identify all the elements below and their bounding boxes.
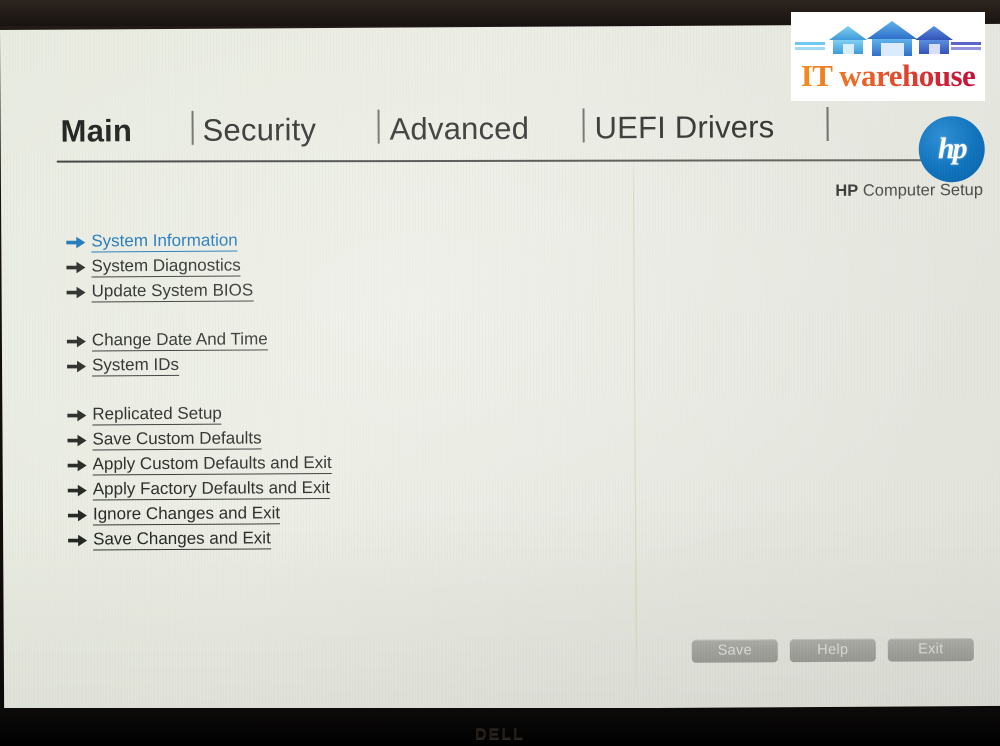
menu-item-label: Save Custom Defaults bbox=[92, 427, 262, 450]
menu-item-save-custom-defaults[interactable]: Save Custom Defaults bbox=[66, 425, 566, 453]
menu-item-apply-custom-defaults-and-exit[interactable]: Apply Custom Defaults and Exit bbox=[67, 450, 567, 478]
bios-setup-utility: Main Security Advanced UEFI Drivers hp H… bbox=[0, 24, 1000, 712]
menu-item-replicated-setup[interactable]: Replicated Setup bbox=[66, 400, 566, 428]
menu-group-defaults-exit: Replicated Setup Save Custom Defaults Ap… bbox=[66, 400, 567, 553]
menu-item-system-ids[interactable]: System IDs bbox=[66, 351, 566, 379]
hp-logo-icon: hp bbox=[918, 115, 985, 183]
monitor-photo: Main Security Advanced UEFI Drivers hp H… bbox=[0, 0, 1000, 746]
hp-caption-rest: Computer Setup bbox=[858, 180, 984, 200]
menu-item-label: Apply Custom Defaults and Exit bbox=[92, 452, 332, 475]
tab-separator-3 bbox=[582, 108, 585, 143]
tab-separator-1 bbox=[191, 110, 194, 145]
menu-item-apply-factory-defaults-and-exit[interactable]: Apply Factory Defaults and Exit bbox=[67, 475, 567, 503]
panel-divider bbox=[632, 152, 638, 698]
menu-item-label: Change Date And Time bbox=[91, 328, 268, 351]
menu-item-label: System IDs bbox=[91, 354, 180, 376]
arrow-right-icon bbox=[67, 456, 89, 474]
monitor-bottom-bezel: DELL bbox=[0, 708, 1000, 746]
menu-item-change-date-and-time[interactable]: Change Date And Time bbox=[66, 326, 566, 354]
hp-computer-setup-caption: HP Computer Setup bbox=[835, 181, 983, 201]
tab-main[interactable]: Main bbox=[61, 113, 133, 149]
menu-item-save-changes-and-exit[interactable]: Save Changes and Exit bbox=[67, 525, 567, 553]
tab-uefi-drivers[interactable]: UEFI Drivers bbox=[595, 109, 775, 146]
menu-item-update-system-bios[interactable]: Update System BIOS bbox=[66, 277, 566, 305]
menu-item-label: Save Changes and Exit bbox=[93, 527, 271, 550]
tab-bar-underline bbox=[56, 159, 957, 163]
action-button-bar: Save Help Exit bbox=[691, 638, 974, 663]
lcd-screen: Main Security Advanced UEFI Drivers hp H… bbox=[0, 23, 1000, 712]
help-button[interactable]: Help bbox=[789, 638, 876, 663]
menu-item-label: Update System BIOS bbox=[91, 279, 254, 302]
menu-item-label: Replicated Setup bbox=[92, 403, 222, 425]
arrow-right-icon bbox=[67, 506, 89, 524]
exit-button[interactable]: Exit bbox=[887, 638, 974, 662]
menu-group-identity: Change Date And Time System IDs bbox=[66, 326, 566, 379]
menu-item-ignore-changes-and-exit[interactable]: Ignore Changes and Exit bbox=[67, 500, 567, 528]
main-menu-list: System Information System Diagnostics Up… bbox=[65, 227, 567, 553]
tab-separator-2 bbox=[377, 109, 380, 144]
arrow-right-icon bbox=[66, 431, 88, 449]
watermark-text: IT warehouse bbox=[791, 56, 985, 96]
arrow-right-icon bbox=[66, 406, 88, 424]
hp-caption-bold: HP bbox=[835, 181, 859, 200]
arrow-right-icon bbox=[66, 283, 88, 301]
dell-logo: DELL bbox=[475, 726, 525, 743]
menu-item-system-information[interactable]: System Information bbox=[65, 227, 565, 255]
arrow-right-icon bbox=[66, 332, 88, 350]
menu-item-label: Ignore Changes and Exit bbox=[92, 502, 281, 525]
menu-group-system: System Information System Diagnostics Up… bbox=[65, 227, 565, 305]
it-warehouse-watermark: IT warehouse bbox=[791, 12, 985, 101]
tab-security[interactable]: Security bbox=[203, 112, 317, 149]
menu-item-label: System Diagnostics bbox=[91, 255, 241, 277]
tab-advanced[interactable]: Advanced bbox=[390, 111, 530, 148]
arrow-right-icon bbox=[67, 481, 89, 499]
menu-item-label: Apply Factory Defaults and Exit bbox=[92, 477, 331, 500]
warehouse-houses-icon bbox=[795, 21, 981, 56]
arrow-right-icon bbox=[67, 531, 89, 549]
arrow-right-icon bbox=[65, 233, 87, 251]
menu-item-label: System Information bbox=[91, 230, 238, 252]
save-button[interactable]: Save bbox=[691, 639, 778, 663]
menu-item-system-diagnostics[interactable]: System Diagnostics bbox=[65, 252, 565, 280]
tab-separator-4 bbox=[826, 106, 829, 141]
arrow-right-icon bbox=[66, 357, 88, 375]
arrow-right-icon bbox=[65, 258, 87, 276]
hp-logo-text: hp bbox=[937, 132, 966, 166]
